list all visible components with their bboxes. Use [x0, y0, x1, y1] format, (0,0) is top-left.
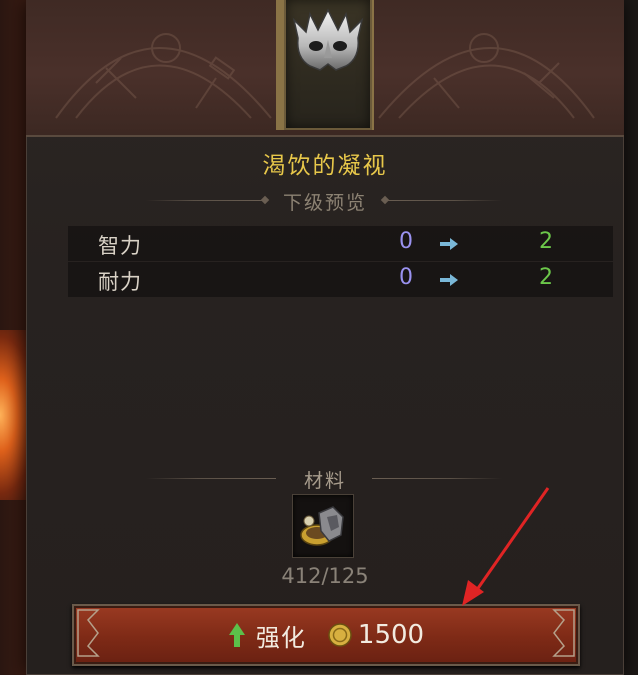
right-arrow-icon	[440, 238, 458, 250]
icon-slot-frame-left	[276, 0, 284, 130]
upgrade-label: 强化	[255, 623, 306, 652]
divider-right	[382, 200, 502, 201]
item-icon-slot[interactable]	[284, 0, 372, 130]
material-slot[interactable]	[292, 494, 354, 558]
stat-row-vitality: 耐力 0 2	[68, 262, 613, 297]
header-band	[26, 0, 624, 137]
stat-next-value: 2	[539, 229, 553, 254]
upgrade-button[interactable]: 强化 1500	[72, 604, 580, 666]
stat-next-value: 2	[539, 265, 553, 290]
stat-label: 耐力	[98, 270, 142, 294]
up-arrow-icon	[228, 623, 245, 647]
spiked-mask-icon	[292, 8, 364, 71]
screen: 渴饮的凝视 下级预览 智力 0 2 耐力 0 2 材料 412/125 强化 1…	[0, 0, 638, 675]
preview-heading: 下级预览	[282, 192, 367, 214]
stat-preview-table: 智力 0 2 耐力 0 2	[68, 226, 613, 298]
crafting-material-icon	[300, 506, 344, 546]
upgrade-panel: 渴饮的凝视 下级预览 智力 0 2 耐力 0 2 材料 412/125 强化 1…	[26, 0, 624, 675]
blacksmith-emblem-right-icon	[378, 33, 595, 119]
upgrade-cost: 1500	[357, 620, 425, 650]
preview-heading-row: 下级预览	[26, 188, 624, 214]
stat-label: 智力	[98, 234, 142, 258]
stat-row-intelligence: 智力 0 2	[68, 226, 613, 261]
upgrade-button-content: 强化 1500	[74, 606, 578, 664]
blacksmith-emblem-left-icon	[55, 33, 272, 119]
materials-heading: 材料	[303, 470, 346, 492]
stat-current-value: 0	[399, 229, 413, 254]
right-arrow-icon	[440, 274, 458, 286]
material-count: 412/125	[281, 564, 369, 588]
materials-heading-row: 材料	[26, 466, 624, 492]
item-title: 渴饮的凝视	[262, 153, 388, 179]
divider-right	[372, 478, 502, 479]
stat-current-value: 0	[399, 265, 413, 290]
gold-coin-icon	[328, 623, 352, 647]
